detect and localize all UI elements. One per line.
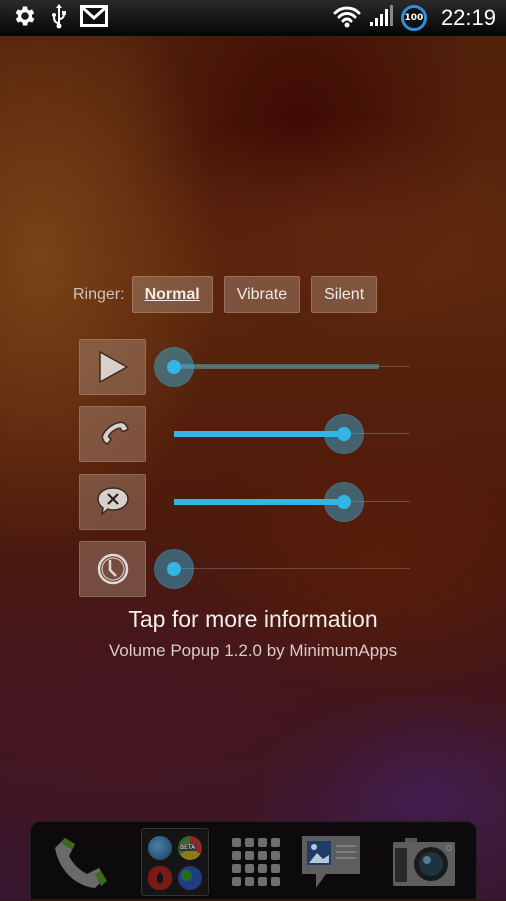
browser-icon (148, 835, 172, 860)
slider-thumb[interactable] (154, 549, 194, 589)
messaging-icon (302, 835, 360, 888)
home-dock: BETA (30, 821, 477, 900)
usb-icon (50, 3, 68, 33)
alarm-volume-row (79, 541, 419, 597)
clock-icon (97, 553, 128, 585)
ringer-volume-row (79, 406, 419, 462)
clock: 22:19 (440, 5, 496, 30)
dock-app-drawer[interactable] (226, 822, 286, 901)
slider-thumb[interactable] (323, 414, 364, 454)
ringer-mode-row: Ringer: Normal Vibrate Silent (73, 276, 388, 313)
opera-icon (148, 865, 172, 890)
signal-icon (369, 4, 393, 32)
media-volume-row (79, 339, 419, 395)
app-grid-icon (232, 837, 280, 886)
notification-volume-button[interactable] (79, 474, 146, 530)
camera-icon (393, 837, 455, 886)
dock-camera[interactable] (383, 822, 465, 901)
phone-icon (101, 421, 129, 446)
ringer-vibrate-button[interactable]: Vibrate (223, 276, 301, 313)
slider-thumb[interactable] (323, 482, 364, 522)
gmail-icon (80, 5, 108, 31)
dock-browser-folder[interactable]: BETA (141, 822, 209, 901)
status-bar: 100 22:19 (0, 0, 506, 36)
globe-icon (178, 865, 202, 890)
media-volume-button[interactable] (79, 339, 146, 395)
slider-track (174, 568, 410, 569)
play-icon (98, 350, 129, 384)
ringer-volume-button[interactable] (79, 406, 146, 462)
dock-phone[interactable] (43, 822, 123, 901)
slider-progress (174, 499, 344, 505)
phone-app-icon (55, 837, 107, 888)
app-version-text: Volume Popup 1.2.0 by MinimumApps (108, 641, 398, 660)
slider-thumb[interactable] (154, 347, 194, 387)
dock-messages[interactable] (296, 822, 366, 901)
folder-icon: BETA (141, 827, 209, 896)
notification-bubble-icon (96, 487, 129, 516)
battery-indicator: 100 (400, 5, 427, 31)
ringer-normal-button[interactable]: Normal (131, 276, 213, 313)
notification-volume-row (79, 474, 419, 530)
slider-progress (174, 431, 344, 437)
info-link[interactable]: Tap for more information (0, 606, 506, 633)
slider-secondary-progress (174, 364, 380, 369)
alarm-volume-button[interactable] (79, 541, 146, 597)
settings-gear-icon (12, 3, 38, 33)
ringer-label: Ringer: (73, 285, 125, 303)
ringer-silent-button[interactable]: Silent (311, 276, 378, 313)
beta-badge: BETA (179, 843, 197, 851)
wifi-icon (333, 4, 361, 32)
